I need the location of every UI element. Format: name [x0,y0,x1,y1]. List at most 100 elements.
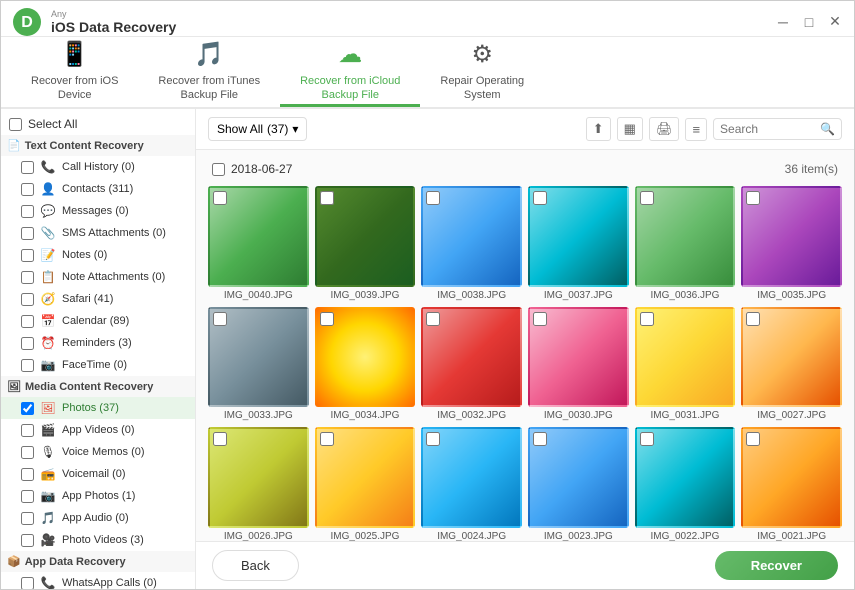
photo-thumb-img32[interactable] [421,307,522,408]
photo-item[interactable]: IMG_0034.JPG [315,307,416,422]
sidebar-item-voicemail[interactable]: 📻 Voicemail (0) [1,463,195,485]
photo-item[interactable]: IMG_0032.JPG [421,307,522,422]
checkbox-messages[interactable] [21,205,34,218]
photo-item[interactable]: IMG_0037.JPG [528,186,629,301]
photo-checkbox-img21[interactable] [746,432,760,446]
checkbox-voice-memos[interactable] [21,446,34,459]
checkbox-app-audio[interactable] [21,512,34,525]
photo-thumb-img35[interactable] [741,186,842,287]
checkbox-facetime[interactable] [21,359,34,372]
sidebar-item-app-audio[interactable]: 🎵 App Audio (0) [1,507,195,529]
photo-checkbox-img26[interactable] [213,432,227,446]
photo-thumb-img38[interactable] [421,186,522,287]
photo-item[interactable]: IMG_0025.JPG [315,427,416,541]
photo-checkbox-img25[interactable] [320,432,334,446]
checkbox-app-videos[interactable] [21,424,34,437]
photo-item[interactable]: IMG_0024.JPG [421,427,522,541]
photo-checkbox-img37[interactable] [533,191,547,205]
sidebar-item-app-videos[interactable]: 🎬 App Videos (0) [1,419,195,441]
photo-thumb-img23[interactable] [528,427,629,528]
photo-thumb-img39[interactable] [315,186,416,287]
checkbox-photos[interactable] [21,402,34,415]
checkbox-calendar[interactable] [21,315,34,328]
sidebar-item-facetime[interactable]: 📷 FaceTime (0) [1,354,195,376]
photo-checkbox-img23[interactable] [533,432,547,446]
sidebar-item-notes[interactable]: 📝 Notes (0) [1,244,195,266]
checkbox-contacts[interactable] [21,183,34,196]
checkbox-photo-videos[interactable] [21,534,34,547]
photo-checkbox-img39[interactable] [320,191,334,205]
checkbox-note-attachments[interactable] [21,271,34,284]
photo-checkbox-img35[interactable] [746,191,760,205]
photo-thumb-img27[interactable] [741,307,842,408]
checkbox-reminders[interactable] [21,337,34,350]
sidebar-item-reminders[interactable]: ⏰ Reminders (3) [1,332,195,354]
close-button[interactable]: ✕ [826,13,844,30]
photo-item[interactable]: IMG_0030.JPG [528,307,629,422]
photo-thumb-img31[interactable] [635,307,736,408]
checkbox-sms-attachments[interactable] [21,227,34,240]
photo-item[interactable]: IMG_0035.JPG [741,186,842,301]
list-view-button[interactable]: ≡ [685,118,707,141]
checkbox-notes[interactable] [21,249,34,262]
sidebar-item-sms-attachments[interactable]: 📎 SMS Attachments (0) [1,222,195,244]
sidebar-item-app-photos[interactable]: 📷 App Photos (1) [1,485,195,507]
filter-dropdown[interactable]: Show All (37) ▾ [208,117,307,141]
photo-item[interactable]: IMG_0040.JPG [208,186,309,301]
sidebar-item-call-history[interactable]: 📞 Call History (0) [1,156,195,178]
select-all-row[interactable]: Select All [1,113,195,135]
photo-thumb-img30[interactable] [528,307,629,408]
sidebar-item-photos[interactable]: 🖼 Photos (37) [1,397,195,419]
photo-thumb-img22[interactable] [635,427,736,528]
export-button[interactable]: ⬆ [586,117,611,141]
minimize-button[interactable]: ─ [774,14,792,30]
photo-thumb-img25[interactable] [315,427,416,528]
photo-item[interactable]: IMG_0036.JPG [635,186,736,301]
back-button[interactable]: Back [212,550,299,581]
sidebar-item-calendar[interactable]: 📅 Calendar (89) [1,310,195,332]
toolbar-item-ios-device[interactable]: 📱Recover from iOSDevice [11,37,138,107]
photo-checkbox-img24[interactable] [426,432,440,446]
photo-checkbox-img32[interactable] [426,312,440,326]
photo-thumb-img36[interactable] [635,186,736,287]
photo-checkbox-img30[interactable] [533,312,547,326]
checkbox-whatsapp-calls[interactable] [21,577,34,590]
checkbox-app-photos[interactable] [21,490,34,503]
photo-checkbox-img33[interactable] [213,312,227,326]
toolbar-item-icloud-backup[interactable]: ☁Recover from iCloudBackup File [280,37,420,107]
photo-thumb-img33[interactable] [208,307,309,408]
recover-button[interactable]: Recover [715,551,838,580]
grid-view-button[interactable]: ▦ [617,117,643,141]
photo-checkbox-img27[interactable] [746,312,760,326]
sidebar-item-voice-memos[interactable]: 🎙 Voice Memos (0) [1,441,195,463]
sidebar-item-whatsapp-calls[interactable]: 📞 WhatsApp Calls (0) [1,572,195,589]
photo-item[interactable]: IMG_0033.JPG [208,307,309,422]
photo-checkbox-img31[interactable] [640,312,654,326]
photo-thumb-img34[interactable] [315,307,416,408]
checkbox-call-history[interactable] [21,161,34,174]
photo-item[interactable]: IMG_0023.JPG [528,427,629,541]
photo-item[interactable]: IMG_0038.JPG [421,186,522,301]
photo-checkbox-img40[interactable] [213,191,227,205]
toolbar-item-itunes-backup[interactable]: 🎵Recover from iTunesBackup File [138,37,280,107]
sidebar-item-contacts[interactable]: 👤 Contacts (311) [1,178,195,200]
photo-thumb-img40[interactable] [208,186,309,287]
photo-item[interactable]: IMG_0031.JPG [635,307,736,422]
sidebar-item-safari[interactable]: 🧭 Safari (41) [1,288,195,310]
photo-item[interactable]: IMG_0039.JPG [315,186,416,301]
sidebar-item-messages[interactable]: 💬 Messages (0) [1,200,195,222]
sidebar-item-photo-videos[interactable]: 🎥 Photo Videos (3) [1,529,195,551]
search-input[interactable] [720,122,820,136]
select-all-checkbox[interactable] [9,118,22,131]
photo-thumb-img26[interactable] [208,427,309,528]
toolbar-item-repair-os[interactable]: ⚙Repair OperatingSystem [420,37,544,107]
photo-thumb-img37[interactable] [528,186,629,287]
photo-item[interactable]: IMG_0022.JPG [635,427,736,541]
photo-checkbox-img22[interactable] [640,432,654,446]
print-button[interactable]: 🖨 [649,117,680,141]
checkbox-safari[interactable] [21,293,34,306]
photo-item[interactable]: IMG_0026.JPG [208,427,309,541]
photo-checkbox-img34[interactable] [320,312,334,326]
photo-thumb-img21[interactable] [741,427,842,528]
photo-checkbox-img38[interactable] [426,191,440,205]
